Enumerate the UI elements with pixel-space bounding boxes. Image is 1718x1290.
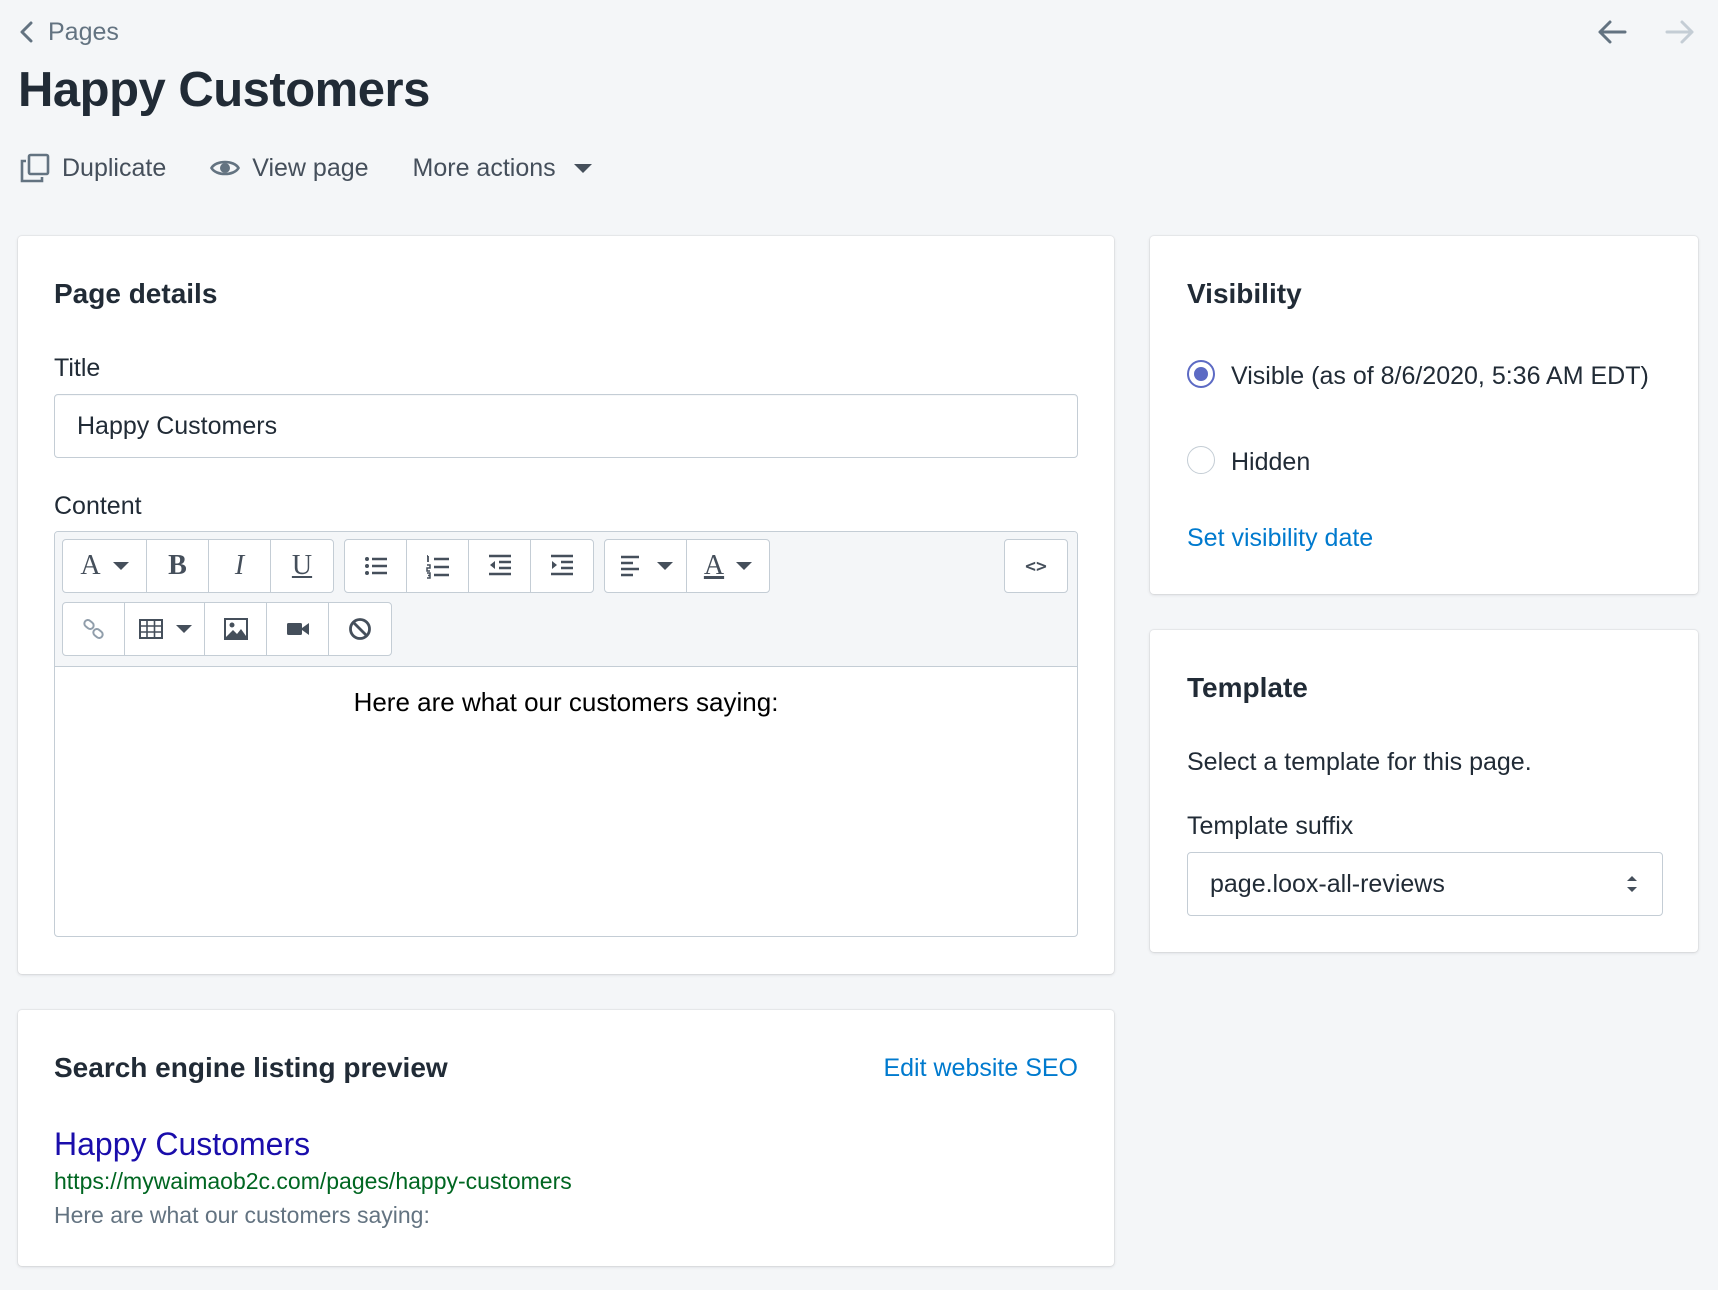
radio-hidden[interactable] xyxy=(1187,446,1215,474)
title-label: Title xyxy=(54,354,101,382)
numbered-list-icon xyxy=(425,555,449,579)
template-card: Template Select a template for this page… xyxy=(1150,630,1698,952)
seo-preview-description: Here are what our customers saying: xyxy=(54,1202,430,1228)
insert-table-dropdown[interactable] xyxy=(125,603,205,655)
text-color-icon: A xyxy=(703,550,725,581)
indent-icon xyxy=(551,554,573,576)
seo-preview-card: Search engine listing preview Edit websi… xyxy=(18,1010,1114,1266)
select-arrows-icon xyxy=(1627,876,1637,892)
editor-content-area[interactable]: Here are what our customers saying: xyxy=(55,667,1077,936)
bold-icon: B xyxy=(168,550,187,581)
editor-toolbar: A B I U A <> xyxy=(55,532,1077,667)
previous-page-button[interactable] xyxy=(1592,14,1632,50)
edit-website-seo-link[interactable]: Edit website SEO xyxy=(883,1054,1078,1083)
link-icon xyxy=(82,619,104,639)
visibility-heading: Visibility xyxy=(1187,278,1302,309)
visible-option-label: Visible (as of 8/6/2020, 5:36 AM EDT) xyxy=(1231,362,1649,390)
font-icon: A xyxy=(80,550,101,581)
bullet-list-icon xyxy=(364,557,387,575)
bold-button[interactable]: B xyxy=(147,540,209,592)
underline-button[interactable]: U xyxy=(271,540,333,592)
image-icon xyxy=(223,618,248,640)
view-page-button[interactable]: View page xyxy=(210,153,369,183)
table-icon xyxy=(138,619,163,639)
arrow-right-icon xyxy=(1665,20,1694,44)
html-group: <> xyxy=(1004,539,1068,593)
breadcrumb-back[interactable]: Pages xyxy=(18,14,119,50)
caret-down-icon xyxy=(656,562,673,570)
radio-visible[interactable] xyxy=(1187,360,1215,388)
video-camera-icon xyxy=(286,623,309,635)
outdent-button[interactable] xyxy=(469,540,531,592)
content-label: Content xyxy=(54,492,142,520)
template-suffix-value: page.loox-all-reviews xyxy=(1210,869,1445,898)
eye-icon xyxy=(210,160,241,176)
more-actions-button[interactable]: More actions xyxy=(413,154,592,183)
editor-content-text: Here are what our customers saying: xyxy=(353,687,779,717)
align-dropdown[interactable] xyxy=(605,540,687,592)
caret-down-icon xyxy=(573,163,592,173)
caret-down-icon xyxy=(112,562,129,570)
seo-preview-title: Happy Customers xyxy=(54,1126,311,1162)
chevron-left-icon xyxy=(20,21,33,43)
template-suffix-select[interactable]: page.loox-all-reviews xyxy=(1187,852,1663,916)
breadcrumb-label: Pages xyxy=(48,17,119,46)
text-color-dropdown[interactable]: A xyxy=(687,540,769,592)
italic-icon: I xyxy=(234,550,245,581)
bulleted-list-button[interactable] xyxy=(345,540,407,592)
outdent-icon xyxy=(488,554,511,576)
visibility-card: Visibility Visible (as of 8/6/2020, 5:36… xyxy=(1150,236,1698,594)
clear-formatting-button[interactable] xyxy=(329,603,391,655)
template-heading: Template xyxy=(1187,672,1308,703)
insert-video-button[interactable] xyxy=(267,603,329,655)
title-input-value: Happy Customers xyxy=(77,411,278,440)
arrow-left-icon xyxy=(1598,20,1627,44)
page-details-heading: Page details xyxy=(54,278,218,309)
clear-format-icon xyxy=(349,618,371,640)
italic-button[interactable]: I xyxy=(209,540,271,592)
insert-link-button[interactable] xyxy=(63,603,125,655)
hidden-option-label: Hidden xyxy=(1231,448,1311,476)
caret-down-icon xyxy=(736,562,753,570)
insert-group xyxy=(62,602,392,656)
view-page-label: View page xyxy=(252,153,369,182)
code-icon: <> xyxy=(1025,555,1047,577)
insert-image-button[interactable] xyxy=(205,603,267,655)
content-editor: A B I U A <> Here are what our customers… xyxy=(54,531,1078,937)
seo-preview-url: https://mywaimaob2c.com/pages/happy-cust… xyxy=(54,1168,572,1194)
page-title: Happy Customers xyxy=(18,63,430,117)
font-style-dropdown[interactable]: A xyxy=(63,540,147,592)
template-suffix-label: Template suffix xyxy=(1187,812,1354,840)
indent-button[interactable] xyxy=(531,540,593,592)
align-color-group: A xyxy=(604,539,770,593)
numbered-list-button[interactable] xyxy=(407,540,469,592)
duplicate-icon xyxy=(20,153,50,183)
set-visibility-date-link[interactable]: Set visibility date xyxy=(1187,524,1373,553)
duplicate-button[interactable]: Duplicate xyxy=(20,153,166,183)
template-description: Select a template for this page. xyxy=(1187,748,1532,776)
format-group: A B I U xyxy=(62,539,334,593)
align-left-icon xyxy=(620,555,639,577)
caret-down-icon xyxy=(175,625,192,633)
list-group xyxy=(344,539,594,593)
more-actions-label: More actions xyxy=(412,153,556,182)
show-html-button[interactable]: <> xyxy=(1005,540,1067,592)
visibility-option-hidden[interactable]: Hidden xyxy=(1187,444,1310,480)
page-actions: Duplicate View page More actions xyxy=(20,148,636,188)
visibility-option-visible[interactable]: Visible (as of 8/6/2020, 5:36 AM EDT) xyxy=(1187,358,1657,394)
title-input[interactable]: Happy Customers xyxy=(54,394,1078,458)
seo-heading: Search engine listing preview xyxy=(54,1052,448,1083)
underline-icon: U xyxy=(291,550,313,581)
next-page-button[interactable] xyxy=(1660,14,1700,50)
duplicate-label: Duplicate xyxy=(62,153,167,182)
